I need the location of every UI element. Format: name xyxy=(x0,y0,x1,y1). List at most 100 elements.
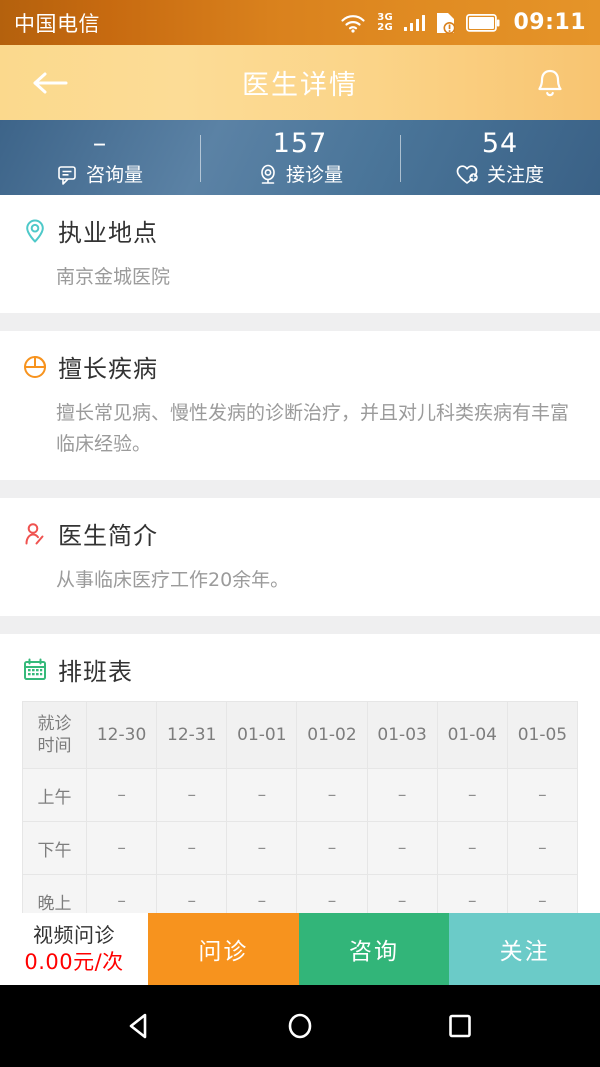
heart-plus-icon xyxy=(456,164,480,186)
stat-value: – xyxy=(0,131,200,157)
section-divider xyxy=(0,616,600,634)
row-label: 下午 xyxy=(23,822,87,875)
section-header: 医生简介 xyxy=(22,516,578,551)
android-back-icon xyxy=(123,1009,157,1043)
table-header-time-label: 就诊 时间 xyxy=(23,702,87,769)
header-label-line1: 就诊 xyxy=(23,713,86,735)
stat-label: 关注度 xyxy=(487,164,544,186)
section-title: 擅长疾病 xyxy=(58,349,158,384)
stat-label: 接诊量 xyxy=(286,164,343,186)
schedule-cell[interactable]: – xyxy=(437,769,507,822)
price-value: 0.00元/次 xyxy=(24,948,123,976)
android-nav-bar xyxy=(0,985,600,1067)
title-bar: 医生详情 xyxy=(0,45,600,120)
page-title: 医生详情 xyxy=(78,63,522,102)
stats-band: – 咨询量 157 xyxy=(0,120,600,195)
stat-label: 咨询量 xyxy=(86,164,143,186)
calendar-icon xyxy=(22,657,48,683)
person-icon xyxy=(22,521,48,547)
stat-visits: 157 接诊量 xyxy=(200,131,400,195)
schedule-cell[interactable]: – xyxy=(157,769,227,822)
section-specialties: 擅长疾病 擅长常见病、慢性发病的诊断治疗，并且对儿科类疾病有丰富临床经验。 xyxy=(0,331,600,480)
schedule-table: 就诊 时间 12-30 12-31 01-01 01-02 01-03 01-0… xyxy=(22,701,578,928)
section-body: 擅长常见病、慢性发病的诊断治疗，并且对儿科类疾病有丰富临床经验。 xyxy=(22,398,578,460)
pie-chart-icon xyxy=(22,354,48,380)
schedule-cell[interactable]: – xyxy=(297,822,367,875)
section-divider xyxy=(0,480,600,498)
stat-value: 54 xyxy=(400,131,600,157)
android-recents-button[interactable] xyxy=(425,996,495,1056)
section-title: 执业地点 xyxy=(58,213,158,248)
advice-button[interactable]: 咨询 xyxy=(299,913,450,985)
schedule-table-wrap: 就诊 时间 12-30 12-31 01-01 01-02 01-03 01-0… xyxy=(22,701,578,928)
section-header: 擅长疾病 xyxy=(22,349,578,384)
table-header-date: 01-05 xyxy=(507,702,577,769)
section-body: 从事临床医疗工作20余年。 xyxy=(22,565,578,596)
stat-consultations: – 咨询量 xyxy=(0,131,200,195)
stat-label-row: 咨询量 xyxy=(0,164,200,186)
schedule-cell[interactable]: – xyxy=(437,822,507,875)
status-icons: 3G 2G 09:11 xyxy=(340,10,586,35)
content-scroll-area[interactable]: 执业地点 南京金城医院 擅长疾病 擅长常见病、慢性发病的诊断治疗，并且对儿科类疾… xyxy=(0,195,600,966)
consult-button[interactable]: 问诊 xyxy=(148,913,299,985)
stat-value: 157 xyxy=(200,131,400,157)
stat-label-row: 接诊量 xyxy=(200,164,400,186)
stethoscope-circle-icon xyxy=(257,164,279,186)
android-home-icon xyxy=(283,1009,317,1043)
clock-label: 09:11 xyxy=(513,10,586,35)
network-type-label: 3G 2G xyxy=(377,13,393,33)
schedule-cell[interactable]: – xyxy=(157,822,227,875)
section-body: 南京金城医院 xyxy=(22,262,578,293)
carrier-label: 中国电信 xyxy=(14,8,100,38)
section-doctor-profile: 医生简介 从事临床医疗工作20余年。 xyxy=(0,498,600,616)
stat-followers: 54 关注度 xyxy=(400,131,600,195)
android-back-button[interactable] xyxy=(105,996,175,1056)
video-consult-price: 视频问诊 0.00元/次 xyxy=(0,913,148,985)
schedule-cell[interactable]: – xyxy=(507,769,577,822)
table-header-date: 12-30 xyxy=(87,702,157,769)
table-header-date: 01-04 xyxy=(437,702,507,769)
back-arrow-icon xyxy=(30,69,70,97)
section-schedule: 排班表 就诊 时间 xyxy=(0,634,600,948)
follow-button[interactable]: 关注 xyxy=(449,913,600,985)
table-header-date: 01-03 xyxy=(367,702,437,769)
schedule-cell[interactable]: – xyxy=(367,822,437,875)
status-bar: 中国电信 3G 2G xyxy=(0,0,600,45)
section-header: 执业地点 xyxy=(22,213,578,248)
schedule-cell[interactable]: – xyxy=(87,769,157,822)
schedule-cell[interactable]: – xyxy=(507,822,577,875)
bottom-action-bar: 视频问诊 0.00元/次 问诊 咨询 关注 xyxy=(0,913,600,985)
location-pin-icon xyxy=(22,218,48,244)
schedule-cell[interactable]: – xyxy=(227,822,297,875)
phone-screen: 中国电信 3G 2G xyxy=(0,0,600,1067)
table-row: 上午 – – – – – – – xyxy=(23,769,578,822)
section-divider xyxy=(0,313,600,331)
row-label: 上午 xyxy=(23,769,87,822)
section-title: 医生简介 xyxy=(58,516,158,551)
table-row: 下午 – – – – – – – xyxy=(23,822,578,875)
back-button[interactable] xyxy=(22,55,78,111)
table-header-row: 就诊 时间 12-30 12-31 01-01 01-02 01-03 01-0… xyxy=(23,702,578,769)
schedule-cell[interactable]: – xyxy=(367,769,437,822)
battery-icon xyxy=(466,14,500,32)
section-practice-location: 执业地点 南京金城医院 xyxy=(0,195,600,313)
table-header-date: 01-01 xyxy=(227,702,297,769)
wifi-icon xyxy=(340,13,366,33)
schedule-cell[interactable]: – xyxy=(297,769,367,822)
schedule-cell[interactable]: – xyxy=(227,769,297,822)
table-header-date: 01-02 xyxy=(297,702,367,769)
notification-bell-icon xyxy=(535,67,565,99)
section-header: 排班表 xyxy=(22,652,578,687)
message-bubble-icon xyxy=(57,164,79,186)
price-label: 视频问诊 xyxy=(33,922,115,948)
schedule-table-body: 就诊 时间 12-30 12-31 01-01 01-02 01-03 01-0… xyxy=(23,702,578,928)
signal-bars-icon xyxy=(404,14,426,31)
schedule-cell[interactable]: – xyxy=(87,822,157,875)
stat-label-row: 关注度 xyxy=(400,164,600,186)
section-title: 排班表 xyxy=(58,652,133,687)
table-header-date: 12-31 xyxy=(157,702,227,769)
android-home-button[interactable] xyxy=(265,996,335,1056)
header-label-line2: 时间 xyxy=(23,735,86,757)
sim-card-alert-icon xyxy=(436,12,455,34)
notification-button[interactable] xyxy=(522,55,578,111)
